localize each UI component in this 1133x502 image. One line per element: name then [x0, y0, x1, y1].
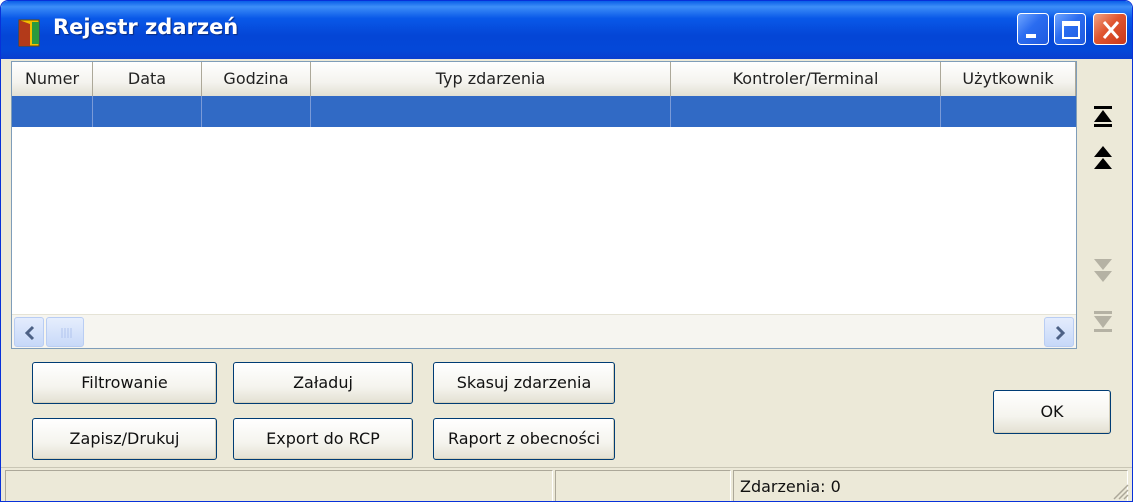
attendance-report-button[interactable]: Raport z obecności	[433, 418, 615, 460]
load-button[interactable]: Załaduj	[233, 362, 413, 404]
last-record-icon	[1094, 311, 1112, 332]
maximize-icon	[1062, 21, 1080, 39]
last-record-button[interactable]	[1083, 301, 1123, 341]
scroll-left-button[interactable]	[14, 317, 44, 347]
column-header-numer[interactable]: Numer	[12, 62, 93, 96]
table-cell	[93, 96, 202, 127]
chevron-right-icon	[1055, 325, 1066, 341]
save-print-button[interactable]: Zapisz/Drukuj	[32, 418, 217, 460]
column-header-uzytkownik[interactable]: Użytkownik	[941, 62, 1076, 96]
page-down-button[interactable]	[1083, 249, 1123, 289]
events-grid[interactable]: Numer Data Godzina Typ zdarzenia Kontrol…	[11, 61, 1077, 349]
filter-button[interactable]: Filtrowanie	[32, 362, 217, 404]
grid-header: Numer Data Godzina Typ zdarzenia Kontrol…	[12, 62, 1076, 96]
status-panel-1	[5, 470, 553, 501]
table-cell	[12, 96, 93, 127]
table-cell	[202, 96, 311, 127]
table-cell	[671, 96, 941, 127]
table-row-selected[interactable]	[12, 96, 1076, 127]
page-up-button[interactable]	[1083, 139, 1123, 179]
delete-events-button[interactable]: Skasuj zdarzenia	[433, 362, 615, 404]
status-event-count: Zdarzenia: 0	[733, 470, 1128, 501]
title-bar[interactable]: Rejestr zdarzeń	[1, 1, 1132, 59]
grip-lines-icon	[61, 328, 72, 338]
table-cell	[311, 96, 671, 127]
maximize-button[interactable]	[1054, 13, 1086, 45]
resize-grip-icon[interactable]	[1108, 479, 1130, 501]
export-rcp-button[interactable]: Export do RCP	[233, 418, 413, 460]
status-bar: Zdarzenia: 0	[1, 467, 1132, 501]
column-header-typ-zdarzenia[interactable]: Typ zdarzenia	[311, 62, 671, 96]
event-log-window: Rejestr zdarzeń Numer Data Godzina Typ z…	[0, 0, 1133, 502]
column-header-data[interactable]: Data	[93, 62, 202, 96]
minimize-icon	[1026, 34, 1036, 38]
page-up-icon	[1094, 146, 1112, 169]
scroll-thumb[interactable]	[46, 317, 84, 347]
window-title: Rejestr zdarzeń	[53, 15, 239, 39]
close-button[interactable]	[1093, 13, 1127, 45]
minimize-button[interactable]	[1017, 13, 1049, 45]
column-header-godzina[interactable]: Godzina	[202, 62, 311, 96]
column-header-kontroler-terminal[interactable]: Kontroler/Terminal	[671, 62, 941, 96]
table-cell	[941, 96, 1076, 127]
chevron-left-icon	[24, 325, 35, 341]
close-icon	[1102, 21, 1120, 39]
page-down-icon	[1094, 259, 1112, 282]
horizontal-scrollbar[interactable]	[12, 314, 1076, 348]
scroll-right-button[interactable]	[1044, 317, 1074, 347]
first-record-button[interactable]	[1083, 97, 1123, 137]
app-door-icon	[18, 19, 40, 47]
ok-button[interactable]: OK	[993, 390, 1111, 434]
first-record-icon	[1094, 106, 1112, 127]
status-panel-2	[555, 470, 731, 501]
